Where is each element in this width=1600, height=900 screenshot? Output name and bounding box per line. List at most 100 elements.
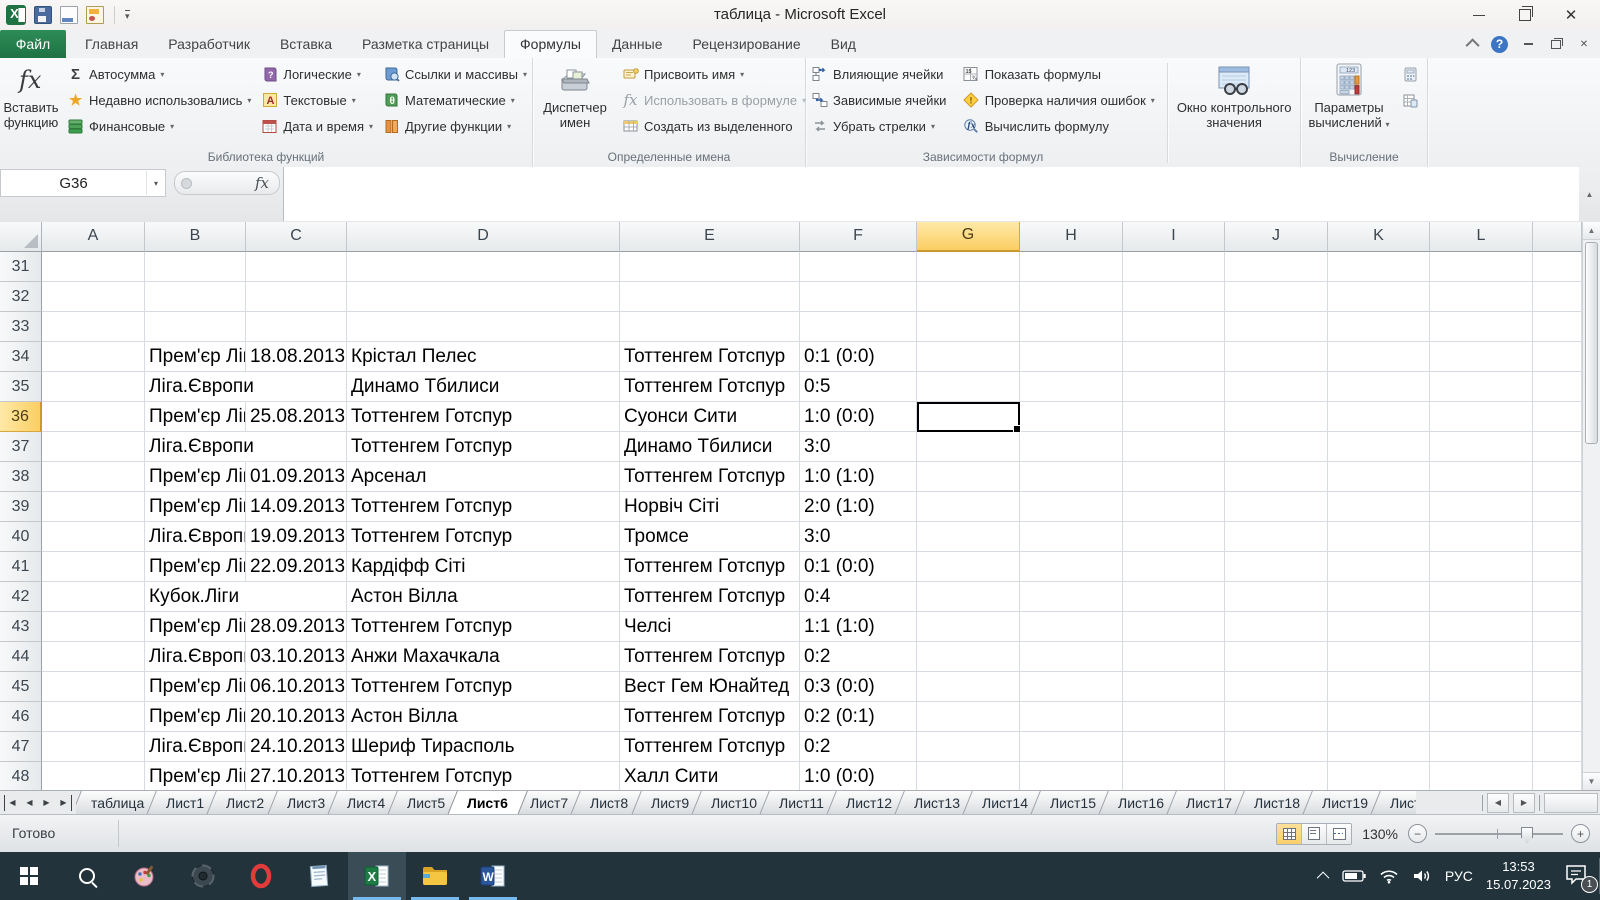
cell-E47[interactable]: Тоттенгем Готспур xyxy=(620,732,800,762)
collapse-ribbon-icon[interactable] xyxy=(1466,38,1480,52)
cell-E34[interactable]: Тоттенгем Готспур xyxy=(620,342,800,372)
zoom-level[interactable]: 130% xyxy=(1362,826,1398,842)
lookup-reference-button[interactable]: Ссылки и массивы ▾ xyxy=(378,61,532,87)
cell-H48[interactable] xyxy=(1020,762,1123,790)
create-from-selection-button[interactable]: Создать из выделенного xyxy=(617,113,805,139)
cell-D38[interactable]: Арсенал xyxy=(347,462,620,492)
cell-E40[interactable]: Тромсе xyxy=(620,522,800,552)
cell-D47[interactable]: Шериф Тирасполь xyxy=(347,732,620,762)
help-icon[interactable]: ? xyxy=(1491,36,1508,53)
ribbon-tab-Главная[interactable]: Главная xyxy=(70,30,153,58)
define-name-button[interactable]: Присвоить имя ▾ xyxy=(617,61,805,87)
cell-H34[interactable] xyxy=(1020,342,1123,372)
prev-sheet-button[interactable]: ◀ xyxy=(22,795,37,811)
cell-partial-32[interactable] xyxy=(1533,282,1582,312)
start-button[interactable] xyxy=(0,852,58,900)
cell-J34[interactable] xyxy=(1225,342,1328,372)
cell-H42[interactable] xyxy=(1020,582,1123,612)
recently-used-button[interactable]: ★ Недавно использовались ▾ xyxy=(62,87,256,113)
cell-L43[interactable] xyxy=(1430,612,1533,642)
cell-C48[interactable]: 27.10.2013 xyxy=(246,762,347,790)
cell-F43[interactable]: 1:1 (1:0) xyxy=(800,612,917,642)
cell-G43[interactable] xyxy=(917,612,1020,642)
cell-F44[interactable]: 0:2 xyxy=(800,642,917,672)
cell-K35[interactable] xyxy=(1328,372,1430,402)
workbook-close-button[interactable]: ✕ xyxy=(1576,37,1592,51)
cell-L47[interactable] xyxy=(1430,732,1533,762)
cell-partial-31[interactable] xyxy=(1533,252,1582,282)
cell-G34[interactable] xyxy=(917,342,1020,372)
cell-I32[interactable] xyxy=(1123,282,1225,312)
cell-I31[interactable] xyxy=(1123,252,1225,282)
tray-expand-icon[interactable] xyxy=(1317,871,1330,884)
cell-I48[interactable] xyxy=(1123,762,1225,790)
cell-K46[interactable] xyxy=(1328,702,1430,732)
row-header-36[interactable]: 36 xyxy=(0,402,42,432)
cell-K44[interactable] xyxy=(1328,642,1430,672)
cell-G46[interactable] xyxy=(917,702,1020,732)
cell-G39[interactable] xyxy=(917,492,1020,522)
cell-L45[interactable] xyxy=(1430,672,1533,702)
cell-I33[interactable] xyxy=(1123,312,1225,342)
cell-partial-39[interactable] xyxy=(1533,492,1582,522)
ribbon-tab-Разметка страницы[interactable]: Разметка страницы xyxy=(347,30,504,58)
cell-I47[interactable] xyxy=(1123,732,1225,762)
action-center-button[interactable]: 1 xyxy=(1564,861,1594,891)
cell-K37[interactable] xyxy=(1328,432,1430,462)
cell-I41[interactable] xyxy=(1123,552,1225,582)
cell-G40[interactable] xyxy=(917,522,1020,552)
cell-J37[interactable] xyxy=(1225,432,1328,462)
first-sheet-button[interactable]: ◀ xyxy=(4,795,20,811)
cell-partial-41[interactable] xyxy=(1533,552,1582,582)
fill-handle[interactable] xyxy=(1013,425,1021,433)
name-box-dropdown-icon[interactable]: ▾ xyxy=(146,171,165,195)
cell-A45[interactable] xyxy=(42,672,145,702)
cell-I38[interactable] xyxy=(1123,462,1225,492)
cell-J48[interactable] xyxy=(1225,762,1328,790)
column-header-E[interactable]: E xyxy=(620,222,800,252)
cell-A39[interactable] xyxy=(42,492,145,522)
row-header-38[interactable]: 38 xyxy=(0,462,42,492)
cell-H31[interactable] xyxy=(1020,252,1123,282)
ribbon-tab-Формулы[interactable]: Формулы xyxy=(504,30,597,58)
taskbar-explorer[interactable] xyxy=(406,852,464,900)
cell-I42[interactable] xyxy=(1123,582,1225,612)
horizontal-scrollbar[interactable] xyxy=(1544,793,1598,813)
cell-G42[interactable] xyxy=(917,582,1020,612)
name-box[interactable]: G36 ▾ xyxy=(0,169,166,197)
column-header-G[interactable]: G xyxy=(917,222,1020,252)
row-header-31[interactable]: 31 xyxy=(0,252,42,282)
cell-L41[interactable] xyxy=(1430,552,1533,582)
tab-split-handle[interactable] xyxy=(1539,795,1540,811)
trace-dependents-button[interactable]: Зависимые ячейки xyxy=(806,87,958,113)
cell-F42[interactable]: 0:4 xyxy=(800,582,917,612)
cell-partial-33[interactable] xyxy=(1533,312,1582,342)
vertical-scrollbar[interactable]: ▲ ▼ xyxy=(1582,222,1600,790)
cell-J44[interactable] xyxy=(1225,642,1328,672)
cell-C37[interactable] xyxy=(246,432,347,462)
cell-F34[interactable]: 0:1 (0:0) xyxy=(800,342,917,372)
cell-C45[interactable]: 06.10.2013 xyxy=(246,672,347,702)
cell-D32[interactable] xyxy=(347,282,620,312)
cell-E45[interactable]: Вест Гем Юнайтед xyxy=(620,672,800,702)
cell-H33[interactable] xyxy=(1020,312,1123,342)
cell-C32[interactable] xyxy=(246,282,347,312)
trace-precedents-button[interactable]: Влияющие ячейки xyxy=(806,61,958,87)
cell-B48[interactable]: Прем'єр Ліга xyxy=(145,762,246,790)
vertical-scrollbar-thumb[interactable] xyxy=(1585,242,1598,444)
error-checking-button[interactable]: ! Проверка наличия ошибок ▾ xyxy=(958,87,1168,113)
cell-J33[interactable] xyxy=(1225,312,1328,342)
ribbon-tab-Данные[interactable]: Данные xyxy=(597,30,678,58)
cell-L46[interactable] xyxy=(1430,702,1533,732)
cell-B34[interactable]: Прем'єр Ліга xyxy=(145,342,246,372)
cell-L44[interactable] xyxy=(1430,642,1533,672)
volume-icon[interactable] xyxy=(1412,868,1432,884)
text-button[interactable]: A Текстовые ▾ xyxy=(256,87,378,113)
cell-G45[interactable] xyxy=(917,672,1020,702)
cell-D37[interactable]: Тоттенгем Готспур xyxy=(347,432,620,462)
language-indicator[interactable]: РУС xyxy=(1445,868,1473,884)
page-break-view-button[interactable] xyxy=(1327,824,1351,844)
cell-A47[interactable] xyxy=(42,732,145,762)
insert-function-fx-icon[interactable]: fx xyxy=(255,174,269,192)
cell-A31[interactable] xyxy=(42,252,145,282)
